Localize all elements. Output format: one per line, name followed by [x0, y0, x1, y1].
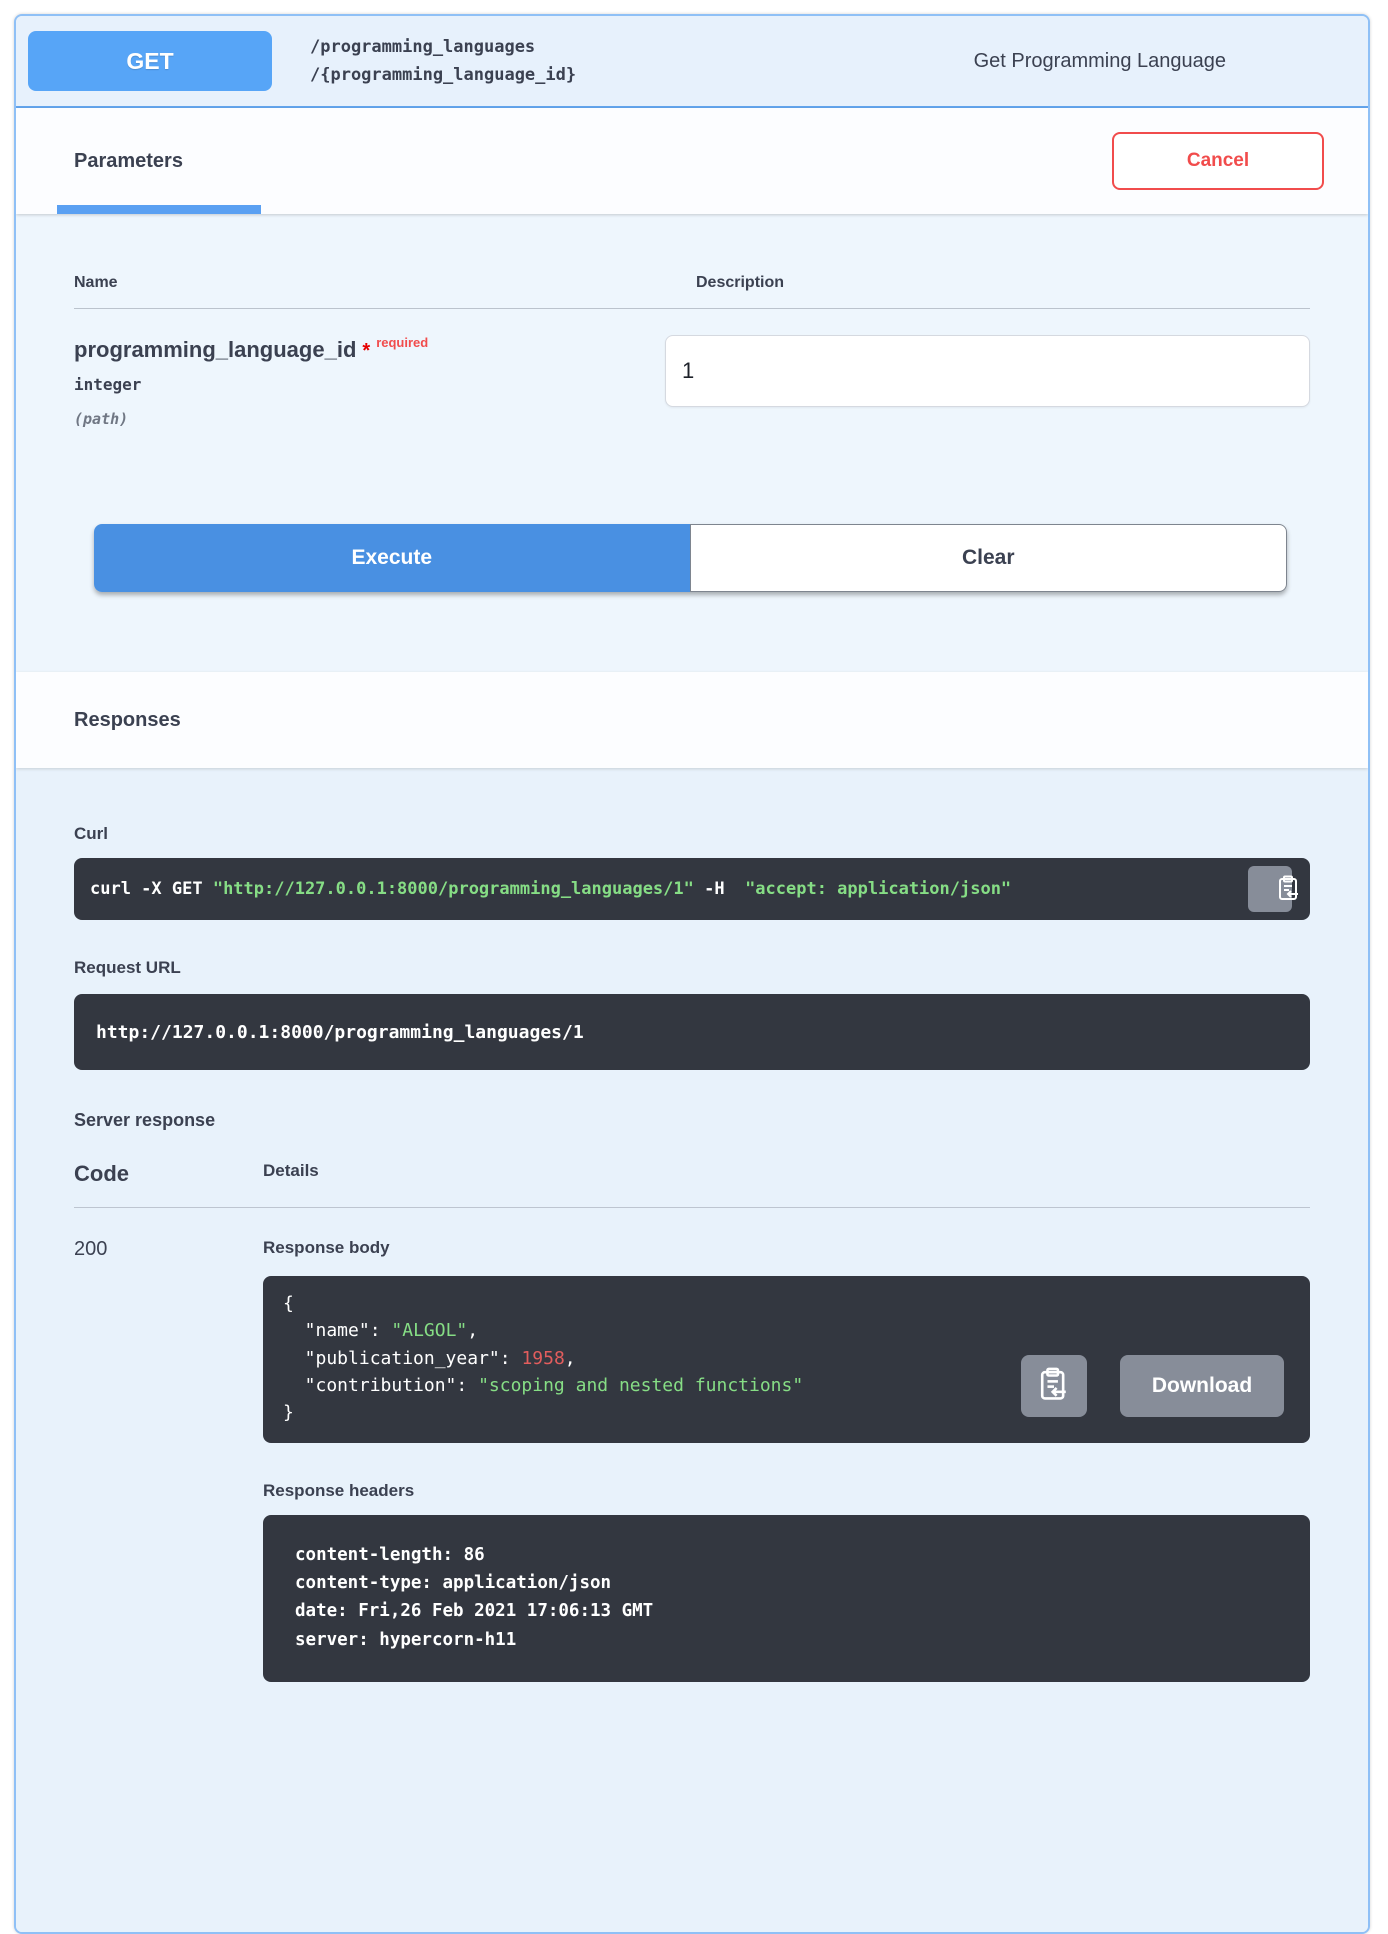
- response-headers-code: content-length: 86 content-type: applica…: [263, 1515, 1310, 1682]
- curl-url: "http://127.0.0.1:8000/programming_langu…: [213, 879, 694, 899]
- operation-summary: Get Programming Language: [974, 50, 1226, 73]
- parameter-value-input[interactable]: [665, 335, 1310, 407]
- endpoint-path-line1: /programming_languages: [310, 33, 576, 61]
- copy-response-body-button[interactable]: [1021, 1355, 1087, 1417]
- response-headers-label: Response headers: [263, 1481, 1310, 1501]
- parameters-column-headers: Name Description: [74, 214, 1310, 309]
- curl-label: Curl: [74, 824, 1310, 844]
- json-line: "name": "ALGOL",: [283, 1317, 1290, 1344]
- operation-header[interactable]: GET /programming_languages /{programming…: [16, 16, 1368, 108]
- response-body-label: Response body: [263, 1238, 1310, 1258]
- json-key: "publication_year": [305, 1348, 500, 1369]
- required-label: required: [376, 335, 428, 350]
- active-tab-indicator: [57, 205, 261, 214]
- column-header-code: Code: [74, 1161, 263, 1187]
- parameter-info: programming_language_id * required integer…: [74, 335, 665, 428]
- parameter-name: programming_language_id: [74, 337, 356, 362]
- header-line: server: hypercorn-h11: [295, 1626, 1290, 1654]
- responses-body: Curl curl -X GET "http://127.0.0.1:8000/…: [16, 768, 1368, 1932]
- json-line-open: {: [283, 1290, 1290, 1317]
- required-asterisk: *: [362, 340, 370, 362]
- header-line: content-length: 86: [295, 1541, 1290, 1569]
- json-string-value: "scoping and nested functions": [478, 1375, 803, 1396]
- copy-curl-button[interactable]: [1248, 866, 1292, 912]
- column-header-name: Name: [74, 274, 696, 292]
- response-details: Response body { "name": "ALGOL", "public…: [263, 1238, 1310, 1682]
- cancel-button[interactable]: Cancel: [1112, 132, 1324, 190]
- curl-command: curl -X GET "http://127.0.0.1:8000/progr…: [74, 858, 1310, 920]
- json-string-value: "ALGOL": [391, 1320, 467, 1341]
- header-line: content-type: application/json: [295, 1569, 1290, 1597]
- clipboard-icon: [1239, 860, 1300, 919]
- column-header-description: Description: [696, 274, 784, 292]
- request-url-value: http://127.0.0.1:8000/programming_langua…: [74, 994, 1310, 1070]
- request-url-label: Request URL: [74, 958, 1310, 978]
- clipboard-icon: [1038, 1367, 1070, 1404]
- json-key: "name": [305, 1320, 370, 1341]
- parameter-type: integer: [74, 375, 665, 394]
- server-response-column-headers: Code Details: [74, 1131, 1310, 1208]
- operation-block: GET /programming_languages /{programming…: [14, 14, 1370, 1934]
- parameter-location: (path): [74, 410, 665, 428]
- column-header-details: Details: [263, 1161, 319, 1187]
- responses-title: Responses: [74, 709, 181, 732]
- curl-cmd: curl -X GET: [90, 879, 213, 899]
- parameters-section-header: Parameters Cancel: [16, 108, 1368, 214]
- curl-flag: -H: [694, 879, 735, 899]
- parameters-body: Name Description programming_language_id…: [16, 214, 1368, 672]
- curl-command-text: curl -X GET "http://127.0.0.1:8000/progr…: [90, 879, 1011, 899]
- json-colon: :: [500, 1348, 522, 1369]
- responses-section-header: Responses: [16, 672, 1368, 768]
- endpoint-path: /programming_languages /{programming_lan…: [310, 33, 576, 89]
- json-number-value: 1958: [521, 1348, 564, 1369]
- parameter-row: programming_language_id * required integer…: [74, 309, 1310, 428]
- response-status-code: 200: [74, 1238, 263, 1682]
- clear-button[interactable]: Clear: [690, 524, 1288, 592]
- server-response-label: Server response: [74, 1110, 1310, 1131]
- header-line: date: Fri,26 Feb 2021 17:06:13 GMT: [295, 1597, 1290, 1625]
- method-badge: GET: [28, 31, 272, 91]
- execute-button[interactable]: Execute: [94, 524, 690, 592]
- execute-wrapper: Execute Clear: [94, 524, 1287, 592]
- json-key: "contribution": [305, 1375, 457, 1396]
- tab-parameters: Parameters: [74, 150, 183, 173]
- json-comma: ,: [565, 1348, 576, 1369]
- json-comma: ,: [467, 1320, 478, 1341]
- response-body-code: { "name": "ALGOL", "publication_year": 1…: [263, 1276, 1310, 1443]
- parameter-value-cell: [665, 335, 1310, 428]
- json-colon: :: [456, 1375, 478, 1396]
- server-response-row: 200 Response body { "name": "ALGOL", "pu…: [74, 1208, 1310, 1682]
- json-colon: :: [370, 1320, 392, 1341]
- endpoint-path-line2: /{programming_language_id}: [310, 61, 576, 89]
- download-button[interactable]: Download: [1120, 1355, 1284, 1417]
- curl-accept-header: "accept: application/json": [735, 879, 1011, 899]
